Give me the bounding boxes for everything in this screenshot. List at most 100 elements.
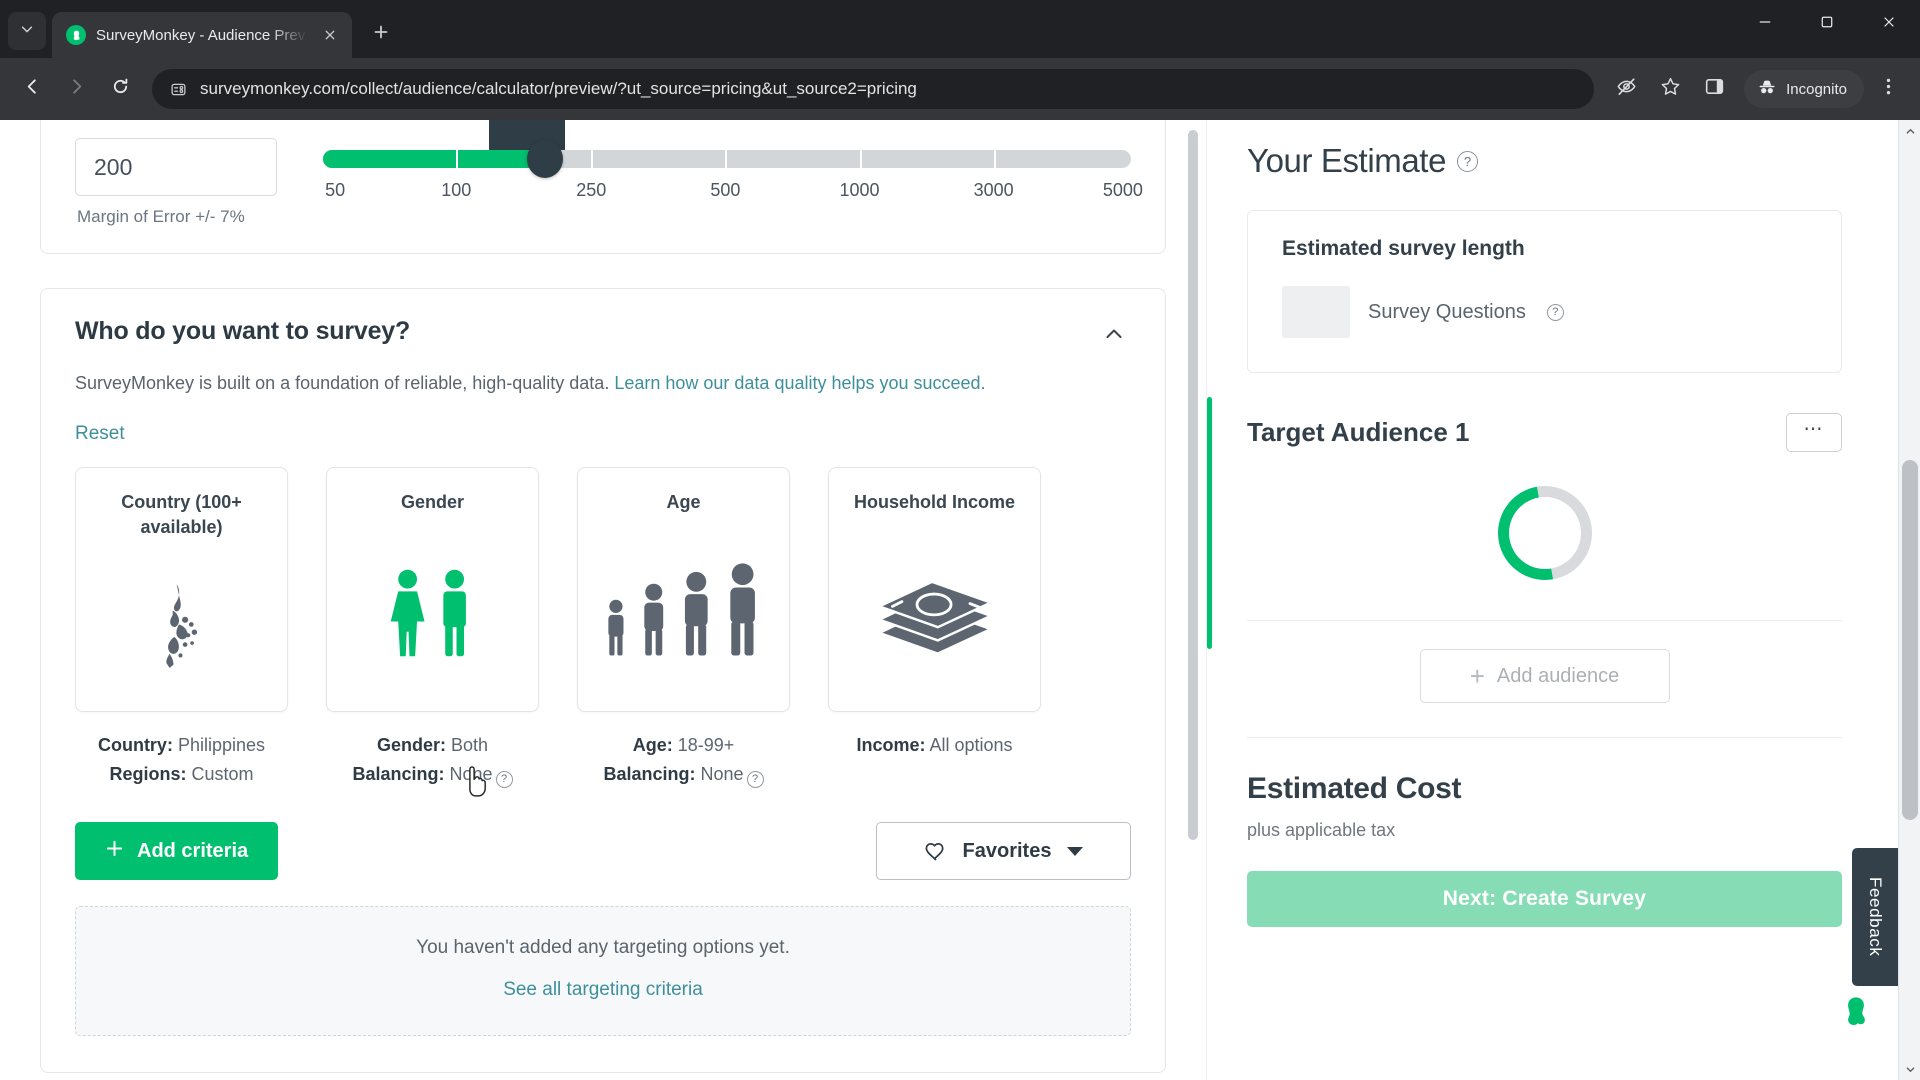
- criteria-caption-list: Country: Philippines Regions: Custom Gen…: [75, 712, 1131, 789]
- question-circle-icon[interactable]: ?: [746, 771, 764, 789]
- caret-down-icon: [1067, 846, 1084, 856]
- caption-label: Balancing:: [352, 764, 445, 785]
- caption-value: 18-99+: [677, 734, 735, 755]
- page-title: Who do you want to survey?: [75, 317, 411, 345]
- three-dot-menu-icon: [1878, 76, 1899, 102]
- page-scrollbar[interactable]: [1898, 120, 1920, 1080]
- arrow-left-icon: [23, 77, 42, 101]
- question-circle-icon[interactable]: ?: [1457, 150, 1479, 172]
- tab-close-button[interactable]: [318, 23, 342, 47]
- chrome-menu-button[interactable]: [1868, 69, 1908, 109]
- eye-slash-icon: [1616, 76, 1637, 102]
- scrollbar-down-arrow[interactable]: [1899, 1058, 1920, 1080]
- browser-toolbar: surveymonkey.com/collect/audience/calcul…: [0, 58, 1920, 120]
- tracking-protection-button[interactable]: [1606, 69, 1646, 109]
- question-circle-icon[interactable]: ?: [1546, 303, 1564, 321]
- caption-value: None: [700, 764, 744, 785]
- slider-tick-labels: 50 100 250 500 1000 3000 5000: [323, 180, 1143, 204]
- criteria-card-household-income[interactable]: Household Income: [828, 466, 1041, 712]
- targeting-empty-state: You haven't added any targeting options …: [75, 906, 1131, 1037]
- surveymonkey-help-fab[interactable]: [1836, 992, 1876, 1032]
- who-to-survey-card: Who do you want to survey? SurveyMonkey …: [40, 288, 1166, 1074]
- audience-configuration-column: 200 Margin of Error +/- 7% 50 100 250 50…: [0, 120, 1207, 1080]
- criteria-card-gender[interactable]: Gender: [326, 466, 539, 712]
- criteria-card-title: Household Income: [853, 491, 1015, 512]
- page-content: 200 Margin of Error +/- 7% 50 100 250 50…: [0, 120, 1898, 1080]
- bookmark-button[interactable]: [1650, 69, 1690, 109]
- criteria-card-age[interactable]: Age: [577, 466, 790, 712]
- caption-value: All options: [929, 734, 1013, 755]
- page-info-icon[interactable]: [168, 79, 188, 99]
- slider-tick-divider: [993, 150, 996, 168]
- respondent-count-slider[interactable]: 50 100 250 500 1000 3000 5000: [323, 120, 1143, 204]
- age-figures-icon: [578, 515, 789, 711]
- window-close-button[interactable]: [1858, 0, 1920, 44]
- window-maximize-button[interactable]: [1796, 0, 1858, 44]
- caption-value: Custom: [191, 764, 254, 785]
- gender-figures-icon: [327, 515, 538, 711]
- reset-link[interactable]: Reset: [75, 423, 125, 445]
- who-to-survey-header: Who do you want to survey?: [75, 317, 1131, 356]
- feedback-tab[interactable]: Feedback: [1852, 848, 1898, 986]
- collapse-section-button[interactable]: [1097, 317, 1131, 356]
- slider-tick-label: 100: [441, 180, 472, 200]
- target-audience-header: Target Audience 1 ⋯: [1247, 413, 1842, 452]
- criteria-card-list: Country (100+ available) Gender Age Hous…: [75, 466, 1131, 712]
- window-controls: [1734, 0, 1920, 44]
- slider-tick-divider: [859, 150, 862, 168]
- slider-tick-label: 3000: [973, 180, 1014, 200]
- caption-label: Balancing:: [603, 764, 696, 785]
- side-panel-button[interactable]: [1694, 69, 1734, 109]
- favorites-label: Favorites: [962, 839, 1052, 862]
- respondent-count-field-group: 200 Margin of Error +/- 7%: [75, 138, 277, 227]
- forward-button[interactable]: [56, 69, 96, 109]
- url-text: surveymonkey.com/collect/audience/calcul…: [200, 79, 917, 98]
- inner-scrollbar-thumb[interactable]: [1188, 130, 1198, 840]
- survey-questions-row: Survey Questions ?: [1282, 286, 1811, 338]
- slider-tick-label: 5000: [1102, 180, 1143, 200]
- add-audience-button[interactable]: + Add audience: [1419, 649, 1670, 703]
- reload-icon: [111, 77, 130, 101]
- new-tab-button[interactable]: [364, 17, 398, 51]
- data-quality-link[interactable]: Learn how our data quality helps you suc…: [614, 373, 985, 393]
- reload-button[interactable]: [100, 69, 140, 109]
- divider: [1247, 620, 1842, 621]
- plus-icon: [105, 839, 124, 864]
- see-all-targeting-criteria-link[interactable]: See all targeting criteria: [76, 979, 1130, 1001]
- inner-scrollbar[interactable]: [1188, 120, 1198, 1080]
- target-audience-menu-button[interactable]: ⋯: [1786, 413, 1842, 452]
- question-circle-icon[interactable]: ?: [495, 771, 513, 789]
- surveymonkey-logo-icon: [1837, 991, 1875, 1034]
- criteria-card-country[interactable]: Country (100+ available): [75, 466, 288, 712]
- incognito-indicator[interactable]: Incognito: [1744, 70, 1864, 108]
- next-create-survey-button[interactable]: Next: Create Survey: [1247, 871, 1842, 927]
- respondent-count-value: 200: [94, 153, 133, 180]
- criteria-caption: Gender: Both Balancing: None?: [326, 731, 539, 789]
- estimated-cost-section: Estimated Cost plus applicable tax Next:…: [1247, 737, 1842, 927]
- chevron-down-icon: [20, 22, 34, 41]
- browser-tab[interactable]: SurveyMonkey - Audience Prev: [52, 12, 352, 58]
- favorites-button[interactable]: Favorites: [876, 822, 1131, 881]
- estimate-header: Your Estimate ?: [1247, 142, 1898, 180]
- slider-handle[interactable]: [527, 140, 563, 178]
- plus-icon: +: [1469, 661, 1485, 691]
- target-audience-title: Target Audience 1: [1247, 417, 1470, 447]
- estimate-panel-column: Your Estimate ? Estimated survey length …: [1207, 120, 1898, 1080]
- slider-fill: [323, 150, 542, 168]
- scrollbar-up-arrow[interactable]: [1899, 120, 1920, 142]
- target-audience-section: Target Audience 1 ⋯ + Add audience: [1207, 397, 1842, 703]
- address-bar[interactable]: surveymonkey.com/collect/audience/calcul…: [152, 69, 1595, 109]
- estimated-length-title: Estimated survey length: [1282, 237, 1525, 260]
- add-criteria-button[interactable]: Add criteria: [75, 822, 279, 881]
- side-panel-icon: [1704, 76, 1725, 102]
- tab-search-button[interactable]: [8, 12, 46, 50]
- slider-track[interactable]: [323, 140, 1131, 178]
- criteria-caption: Income: All options: [828, 731, 1041, 789]
- estimate-panel: Your Estimate ? Estimated survey length …: [1207, 120, 1898, 927]
- window-minimize-button[interactable]: [1734, 0, 1796, 44]
- philippines-map-icon: [76, 540, 287, 711]
- scrollbar-thumb[interactable]: [1902, 460, 1918, 820]
- surveymonkey-logo-icon: [66, 25, 86, 45]
- back-button[interactable]: [12, 69, 52, 109]
- respondent-count-input[interactable]: 200: [75, 138, 277, 196]
